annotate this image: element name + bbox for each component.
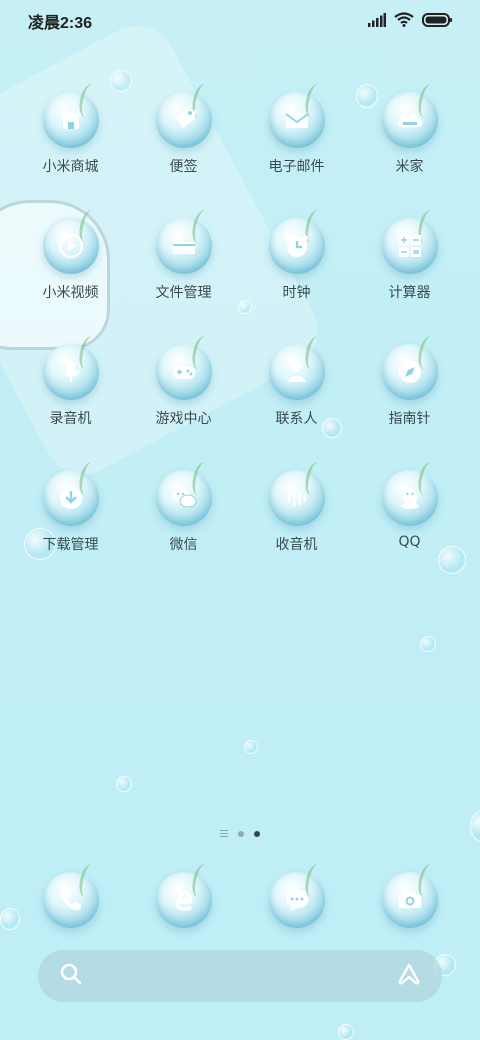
app-mijia[interactable]: 米家 bbox=[353, 92, 466, 218]
wifi-icon bbox=[394, 11, 414, 31]
app-label: 联系人 bbox=[275, 411, 318, 427]
wallpaper-bubble bbox=[338, 1024, 354, 1040]
browser-icon bbox=[155, 872, 212, 928]
microphone-icon bbox=[42, 344, 99, 400]
app-label: 小米视频 bbox=[42, 285, 99, 301]
mail-icon bbox=[268, 92, 325, 148]
xiaoai-assistant-icon[interactable] bbox=[396, 961, 422, 991]
app-label: 指南针 bbox=[388, 411, 431, 427]
app-notes[interactable]: 便签 bbox=[127, 92, 240, 218]
status-time: 凌晨2:36 bbox=[28, 15, 93, 32]
app-email[interactable]: 电子邮件 bbox=[240, 92, 353, 218]
app-label: 游戏中心 bbox=[155, 411, 212, 427]
battery-icon bbox=[422, 12, 452, 31]
app-label: 时钟 bbox=[282, 285, 311, 301]
clock-icon bbox=[268, 218, 325, 274]
play-icon bbox=[42, 218, 99, 274]
app-wechat[interactable]: 微信 bbox=[127, 470, 240, 596]
app-label: 收音机 bbox=[275, 537, 318, 553]
sofa-icon bbox=[381, 92, 438, 148]
app-grid: 小米商城 便签 电子邮件 米家 小米视频 文件管理 时钟 计算器 录音机 游戏中… bbox=[14, 92, 466, 596]
wallpaper-bubble bbox=[420, 636, 436, 652]
app-clock[interactable]: 时钟 bbox=[240, 218, 353, 344]
folder-icon bbox=[155, 218, 212, 274]
message-icon bbox=[268, 872, 325, 928]
app-mi-store[interactable]: 小米商城 bbox=[14, 92, 127, 218]
minus-one-screen-icon bbox=[220, 830, 228, 837]
app-label: 米家 bbox=[395, 159, 424, 175]
app-game-center[interactable]: 游戏中心 bbox=[127, 344, 240, 470]
signal-icon bbox=[368, 12, 386, 31]
search-icon bbox=[58, 961, 84, 991]
app-label: 文件管理 bbox=[155, 285, 212, 301]
app-mi-video[interactable]: 小米视频 bbox=[14, 218, 127, 344]
app-label: 便签 bbox=[169, 159, 198, 175]
dock bbox=[14, 872, 466, 932]
app-label: 电子邮件 bbox=[268, 159, 325, 175]
dock-messages[interactable] bbox=[240, 872, 353, 932]
app-label: 小米商城 bbox=[42, 159, 99, 175]
wallpaper-bubble bbox=[110, 70, 132, 92]
wallpaper-bubble bbox=[116, 776, 132, 792]
wallpaper-bubble bbox=[244, 740, 258, 754]
wechat-icon bbox=[155, 470, 212, 526]
tag-icon bbox=[155, 92, 212, 148]
store-icon bbox=[42, 92, 99, 148]
dock-camera[interactable] bbox=[353, 872, 466, 932]
page-dot bbox=[238, 830, 244, 837]
app-contacts[interactable]: 联系人 bbox=[240, 344, 353, 470]
penguin-icon bbox=[381, 470, 438, 526]
app-calculator[interactable]: 计算器 bbox=[353, 218, 466, 344]
app-qq[interactable]: QQ bbox=[353, 470, 466, 596]
search-bar[interactable] bbox=[38, 950, 442, 1002]
app-label: QQ bbox=[398, 534, 421, 550]
person-icon bbox=[268, 344, 325, 400]
app-file-manager[interactable]: 文件管理 bbox=[127, 218, 240, 344]
app-downloads[interactable]: 下载管理 bbox=[14, 470, 127, 596]
app-radio[interactable]: 收音机 bbox=[240, 470, 353, 596]
app-label: 计算器 bbox=[388, 285, 431, 301]
app-recorder[interactable]: 录音机 bbox=[14, 344, 127, 470]
dock-phone[interactable] bbox=[14, 872, 127, 932]
page-dot-active bbox=[254, 830, 260, 837]
calculator-icon bbox=[381, 218, 438, 274]
status-icons bbox=[368, 11, 452, 31]
phone-icon bbox=[42, 872, 99, 928]
wallpaper-bubble bbox=[470, 810, 480, 842]
radio-icon bbox=[268, 470, 325, 526]
gamepad-icon bbox=[155, 344, 212, 400]
app-label: 下载管理 bbox=[42, 537, 99, 553]
dock-browser[interactable] bbox=[127, 872, 240, 932]
app-compass[interactable]: 指南针 bbox=[353, 344, 466, 470]
page-indicator[interactable] bbox=[0, 830, 480, 837]
app-label: 录音机 bbox=[49, 411, 92, 427]
download-icon bbox=[42, 470, 99, 526]
compass-icon bbox=[381, 344, 438, 400]
camera-icon bbox=[381, 872, 438, 928]
status-bar: 凌晨2:36 bbox=[0, 0, 480, 42]
app-label: 微信 bbox=[169, 537, 198, 553]
